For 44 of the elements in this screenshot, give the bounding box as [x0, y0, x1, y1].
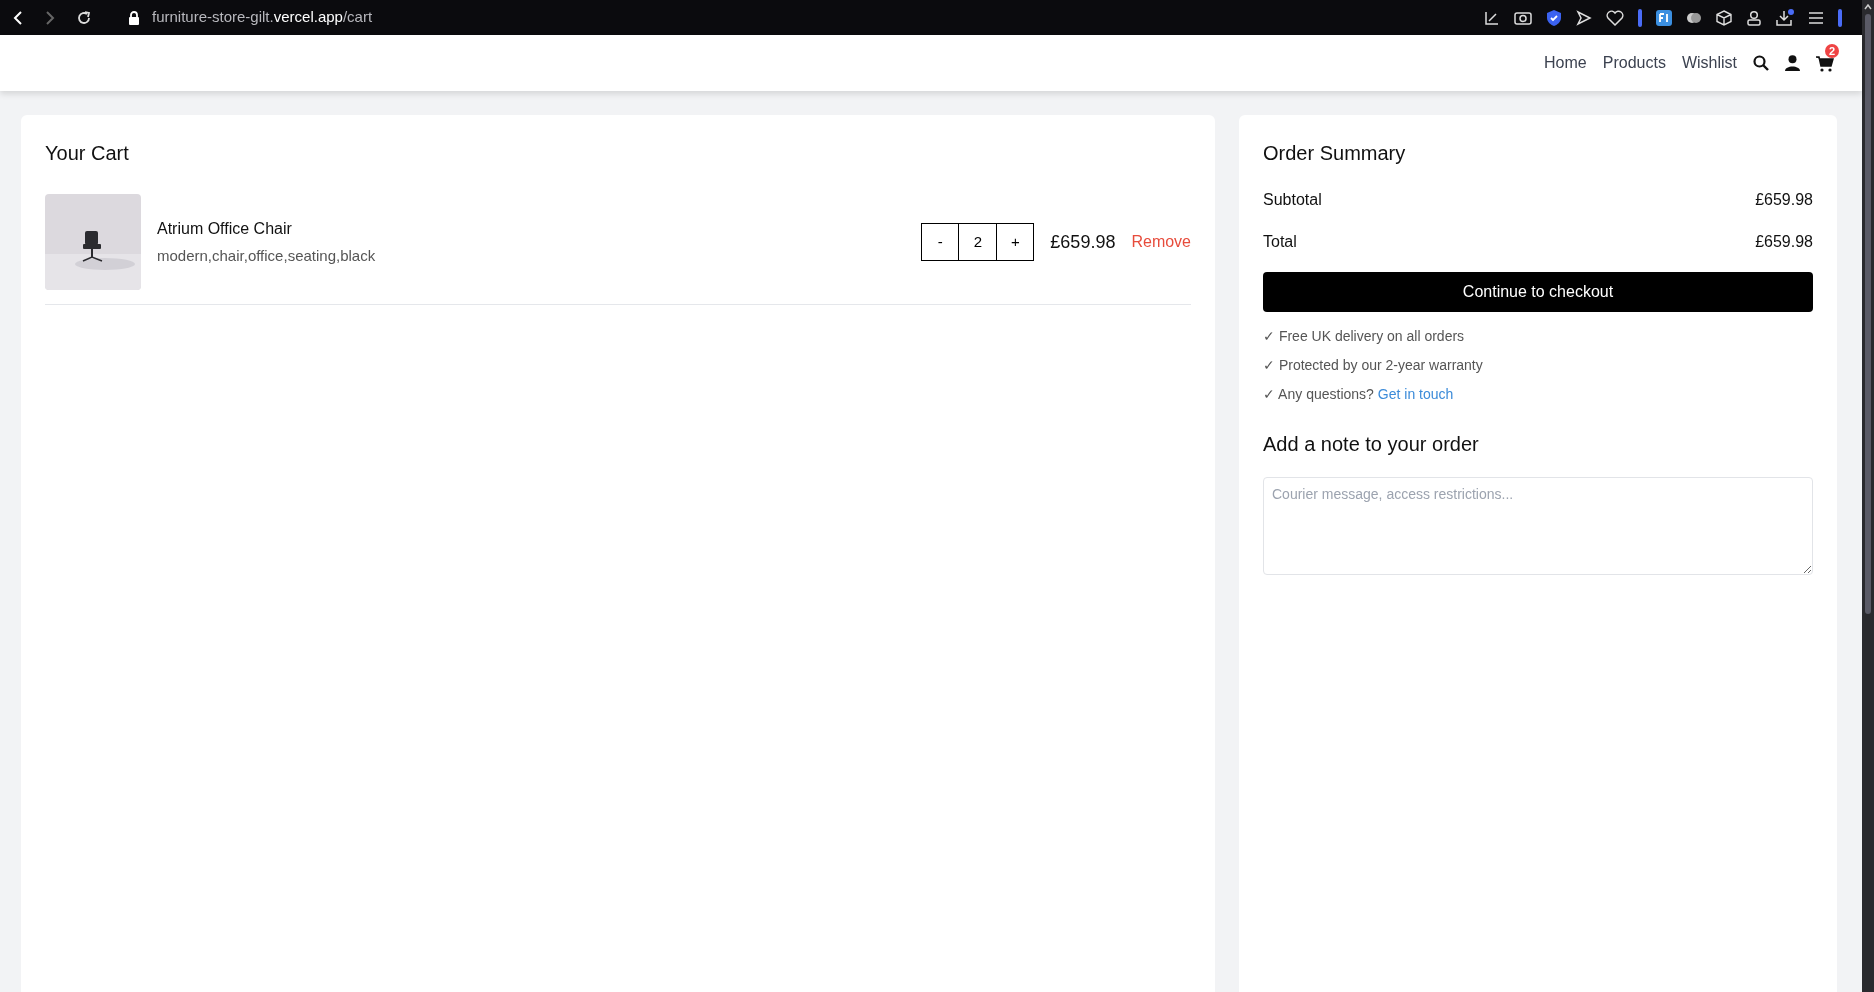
summary-label: Total [1263, 232, 1297, 252]
lock-icon [128, 10, 140, 25]
nav-link[interactable]: Products [1602, 51, 1666, 75]
item-price: £659.98 [1050, 230, 1116, 254]
summary-value: £659.98 [1755, 190, 1813, 210]
decrease-button[interactable]: - [921, 223, 960, 261]
nav-link[interactable]: Wishlist [1681, 51, 1737, 75]
forward-icon[interactable] [44, 9, 56, 26]
checkout-button[interactable]: Continue to checkout [1263, 272, 1813, 312]
summary-value: £659.98 [1755, 232, 1813, 252]
summary-label: Subtotal [1263, 190, 1322, 210]
perk-text: ✓ Free UK delivery on all orders [1263, 327, 1466, 346]
cube-icon[interactable] [1716, 9, 1732, 26]
note-field[interactable]: Courier message, access restrictions... [1263, 477, 1813, 575]
quantity-value: 2 [959, 223, 997, 261]
cart-icon [1816, 56, 1834, 72]
scrollbar-thumb[interactable] [1865, 14, 1871, 614]
profile-icon[interactable] [1746, 9, 1762, 26]
perk-text: ✓ Protected by our 2-year warranty [1263, 356, 1484, 375]
remove-link[interactable]: Remove [1131, 230, 1191, 254]
camera-icon[interactable] [1514, 10, 1532, 25]
search-icon[interactable] [1753, 55, 1769, 71]
note-title: Add a note to your order [1263, 432, 1480, 457]
reload-icon[interactable] [76, 9, 92, 26]
increase-button[interactable]: + [996, 223, 1035, 261]
back-icon[interactable] [12, 9, 24, 26]
send-icon[interactable] [1576, 9, 1592, 26]
heart-icon[interactable] [1606, 9, 1624, 26]
shield-icon[interactable] [1546, 8, 1562, 27]
cart-title: Your Cart [45, 141, 130, 166]
contact-link[interactable]: Get in touch [1377, 384, 1454, 405]
product-name: Atrium Office Chair [157, 218, 293, 239]
menu-icon[interactable] [1808, 10, 1824, 25]
extension-icon[interactable] [1656, 9, 1672, 26]
summary-title: Order Summary [1263, 141, 1407, 166]
cart-button[interactable]: 2 [1816, 44, 1840, 74]
cart-count-badge: 2 [1825, 44, 1839, 58]
nav-link[interactable]: Home [1544, 51, 1587, 75]
perk-text: ✓ Any questions? [1263, 385, 1374, 404]
address-bar-url[interactable]: furniture-store-gilt.vercel.app/cart [152, 6, 373, 29]
scroll-up-icon[interactable] [1864, 4, 1872, 10]
download-icon[interactable] [1776, 8, 1794, 27]
product-tags: modern,chair,office,seating,black [157, 244, 376, 268]
user-icon[interactable] [1785, 55, 1800, 71]
